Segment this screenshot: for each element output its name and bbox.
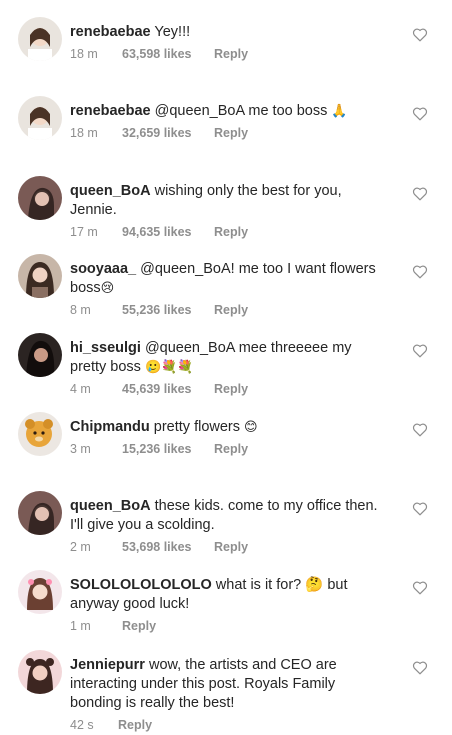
- comment-username[interactable]: queen_BoA: [70, 498, 151, 514]
- comment-username[interactable]: hi_sseulgi: [70, 340, 141, 356]
- avatar[interactable]: [18, 96, 62, 140]
- comment-username[interactable]: Jenniepurr: [70, 657, 145, 673]
- comment-likes[interactable]: 94,635 likes: [122, 223, 214, 242]
- reply-button[interactable]: Reply: [214, 380, 248, 399]
- reply-button[interactable]: Reply: [214, 223, 248, 242]
- avatar[interactable]: [18, 570, 62, 614]
- comment-emoji: 🥲💐💐: [144, 360, 194, 375]
- comment-username[interactable]: sooyaaa_: [70, 261, 136, 277]
- reply-button[interactable]: Reply: [118, 716, 152, 735]
- reply-button[interactable]: Reply: [214, 124, 248, 143]
- comment-likes[interactable]: 15,236 likes: [122, 440, 214, 459]
- reply-button[interactable]: Reply: [122, 617, 156, 636]
- comment-time: 8 m: [70, 303, 91, 317]
- reply-button[interactable]: Reply: [214, 45, 248, 64]
- comment-likes[interactable]: 53,698 likes: [122, 538, 214, 557]
- comment-emoji: 😊: [244, 420, 258, 435]
- heart-outline-icon[interactable]: [412, 186, 428, 201]
- heart-outline-icon[interactable]: [412, 501, 428, 516]
- avatar[interactable]: [18, 412, 62, 456]
- comment-emoji: 😢: [100, 281, 115, 296]
- comment-time: 1 m: [70, 619, 91, 633]
- avatar[interactable]: [18, 17, 62, 61]
- heart-outline-icon[interactable]: [412, 27, 428, 42]
- heart-outline-icon[interactable]: [412, 264, 428, 279]
- comment-text: @queen_BoA me too boss: [154, 103, 328, 119]
- comment-time: 18 m: [70, 47, 98, 61]
- comment-emoji: 🙏: [331, 104, 348, 119]
- comment-time: 2 m: [70, 540, 91, 554]
- reply-button[interactable]: Reply: [214, 440, 248, 459]
- heart-outline-icon[interactable]: [412, 106, 428, 121]
- avatar[interactable]: [18, 650, 62, 694]
- comment-time: 4 m: [70, 382, 91, 396]
- heart-outline-icon[interactable]: [412, 422, 428, 437]
- comment-username[interactable]: SOLOLOLOLOLOLO: [70, 577, 212, 593]
- heart-outline-icon[interactable]: [412, 660, 428, 675]
- comment-time: 3 m: [70, 442, 91, 456]
- avatar[interactable]: [18, 491, 62, 535]
- comment-username[interactable]: renebaebae: [70, 24, 151, 40]
- comment-text: pretty flowers: [153, 419, 241, 435]
- reply-button[interactable]: Reply: [214, 301, 248, 320]
- comment-username[interactable]: queen_BoA: [70, 183, 151, 199]
- comments-list: renebaebae Yey!!! 18 m 63,598 likes Repl…: [0, 0, 452, 732]
- comment-time: 18 m: [70, 126, 98, 140]
- comment-time: 42 s: [70, 718, 94, 732]
- comment-username[interactable]: renebaebae: [70, 103, 151, 119]
- comment-likes[interactable]: 32,659 likes: [122, 124, 214, 143]
- reply-button[interactable]: Reply: [214, 538, 248, 557]
- avatar[interactable]: [18, 176, 62, 220]
- comment-likes[interactable]: 63,598 likes: [122, 45, 214, 64]
- avatar[interactable]: [18, 333, 62, 377]
- heart-outline-icon[interactable]: [412, 580, 428, 595]
- comment-likes[interactable]: 55,236 likes: [122, 301, 214, 320]
- heart-outline-icon[interactable]: [412, 343, 428, 358]
- comment-time: 17 m: [70, 225, 98, 239]
- comment-username[interactable]: Chipmandu: [70, 419, 150, 435]
- comment-text: Yey!!!: [154, 24, 191, 40]
- avatar[interactable]: [18, 254, 62, 298]
- comment-likes[interactable]: 45,639 likes: [122, 380, 214, 399]
